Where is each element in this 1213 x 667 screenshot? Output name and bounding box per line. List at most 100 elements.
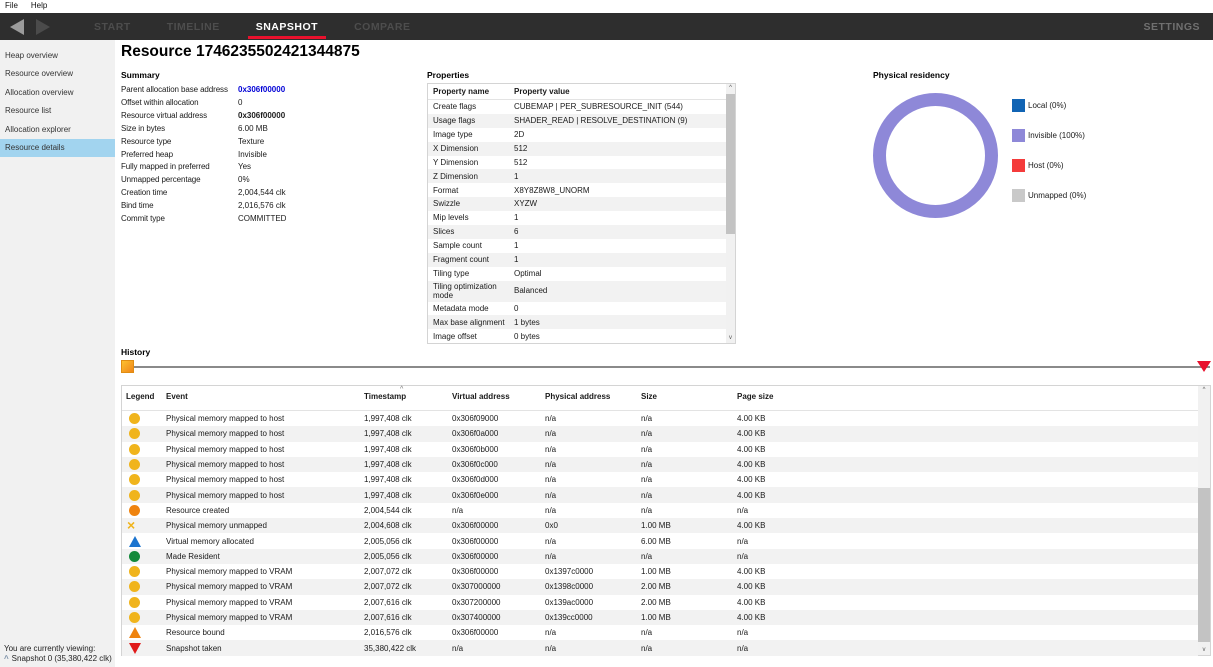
forward-arrow-button[interactable] bbox=[36, 19, 50, 35]
properties-header: Property name Property value bbox=[428, 84, 726, 100]
history-cell: 0x306f00000 bbox=[448, 628, 541, 637]
scrollbar-thumb[interactable] bbox=[1198, 488, 1210, 641]
property-row[interactable]: Image offset0 bytes bbox=[428, 329, 726, 343]
history-cell: Physical memory unmapped bbox=[162, 521, 360, 530]
tab-settings[interactable]: SETTINGS bbox=[1143, 21, 1200, 33]
menu-help[interactable]: Help bbox=[31, 1, 47, 13]
properties-scrollbar[interactable]: ^ v bbox=[726, 84, 735, 343]
history-row[interactable]: Physical memory mapped to VRAM2,007,616 … bbox=[122, 610, 1198, 625]
scroll-down-icon[interactable]: v bbox=[1198, 646, 1210, 655]
sidebar-item-resource-details[interactable]: Resource details bbox=[0, 139, 115, 158]
column-header-property-value[interactable]: Property value bbox=[514, 87, 570, 96]
property-row[interactable]: Create flagsCUBEMAP | PER_SUBRESOURCE_IN… bbox=[428, 100, 726, 114]
column-header-page-size[interactable]: Page size bbox=[733, 392, 1198, 410]
history-cell: n/a bbox=[733, 506, 1198, 515]
history-row[interactable]: Virtual memory allocated2,005,056 clk0x3… bbox=[122, 533, 1198, 548]
event-legend-cell bbox=[122, 612, 162, 623]
history-row[interactable]: Snapshot taken35,380,422 clkn/an/an/an/a bbox=[122, 640, 1198, 655]
property-row[interactable]: Tiling optimization modeBalanced bbox=[428, 281, 726, 302]
summary-label: Creation time bbox=[121, 187, 238, 200]
scrollbar-thumb[interactable] bbox=[726, 94, 735, 234]
summary-label: Preferred heap bbox=[121, 149, 238, 162]
property-name: Swizzle bbox=[433, 199, 514, 209]
slider-track[interactable] bbox=[121, 366, 1210, 368]
property-row[interactable]: X Dimension512 bbox=[428, 142, 726, 156]
history-cell: Physical memory mapped to VRAM bbox=[162, 613, 360, 622]
property-row[interactable]: SwizzleXYZW bbox=[428, 197, 726, 211]
property-value: CUBEMAP | PER_SUBRESOURCE_INIT (544) bbox=[514, 102, 726, 112]
history-row[interactable]: ×Physical memory unmapped2,004,608 clk0x… bbox=[122, 518, 1198, 533]
property-name: Z Dimension bbox=[433, 172, 514, 182]
column-header-physical-address[interactable]: Physical address bbox=[541, 392, 637, 410]
history-cell: Physical memory mapped to host bbox=[162, 445, 360, 454]
column-header-event[interactable]: Event bbox=[162, 392, 360, 410]
page-title: Resource 1746235502421344875 bbox=[121, 43, 360, 61]
tab-start[interactable]: START bbox=[86, 13, 139, 40]
history-cell: n/a bbox=[637, 414, 733, 423]
history-row[interactable]: Physical memory mapped to host1,997,408 … bbox=[122, 457, 1198, 472]
back-arrow-button[interactable] bbox=[10, 19, 24, 35]
property-name: Fragment count bbox=[433, 255, 514, 265]
history-row[interactable]: Made Resident2,005,056 clk0x306f00000n/a… bbox=[122, 549, 1198, 564]
property-row[interactable]: Z Dimension1 bbox=[428, 169, 726, 183]
history-cell: 1.00 MB bbox=[637, 521, 733, 530]
slider-handle[interactable] bbox=[121, 360, 134, 373]
menu-bar: File Help bbox=[0, 0, 1213, 13]
column-header-size[interactable]: Size bbox=[637, 392, 733, 410]
history-row[interactable]: Physical memory mapped to VRAM2,007,072 … bbox=[122, 564, 1198, 579]
property-row[interactable]: Y Dimension512 bbox=[428, 156, 726, 170]
property-row[interactable]: Metadata mode0 bbox=[428, 302, 726, 316]
property-row[interactable]: FormatX8Y8Z8W8_UNORM bbox=[428, 183, 726, 197]
event-legend-cell bbox=[122, 581, 162, 592]
sidebar-item-resource-overview[interactable]: Resource overview bbox=[0, 65, 115, 84]
history-cell: 1,997,408 clk bbox=[360, 460, 448, 469]
scroll-up-icon[interactable]: ^ bbox=[1198, 386, 1210, 395]
property-value: XYZW bbox=[514, 199, 726, 209]
history-row[interactable]: Physical memory mapped to host1,997,408 … bbox=[122, 411, 1198, 426]
history-row[interactable]: Physical memory mapped to host1,997,408 … bbox=[122, 442, 1198, 457]
summary-label: Offset within allocation bbox=[121, 97, 238, 110]
property-row[interactable]: Tiling typeOptimal bbox=[428, 267, 726, 281]
summary-value: 0 bbox=[238, 97, 242, 110]
menu-file[interactable]: File bbox=[5, 1, 18, 13]
scroll-up-icon[interactable]: ^ bbox=[726, 84, 735, 93]
property-row[interactable]: Sample count1 bbox=[428, 239, 726, 253]
history-row[interactable]: Physical memory mapped to host1,997,408 … bbox=[122, 472, 1198, 487]
history-row[interactable]: Physical memory mapped to VRAM2,007,072 … bbox=[122, 579, 1198, 594]
summary-row: Fully mapped in preferredYes bbox=[121, 161, 421, 174]
timeline-slider[interactable] bbox=[121, 360, 1211, 375]
scroll-down-icon[interactable]: v bbox=[726, 334, 735, 343]
column-header-property-name[interactable]: Property name bbox=[433, 87, 514, 96]
summary-value[interactable]: 0x306f00000 bbox=[238, 84, 285, 97]
sidebar-item-allocation-overview[interactable]: Allocation overview bbox=[0, 83, 115, 102]
event-legend-cell bbox=[122, 413, 162, 424]
tab-timeline[interactable]: TIMELINE bbox=[159, 13, 228, 40]
sidebar-item-resource-list[interactable]: Resource list bbox=[0, 102, 115, 121]
history-row[interactable]: Resource created2,004,544 clkn/an/an/an/… bbox=[122, 503, 1198, 518]
history-row[interactable]: Physical memory mapped to host1,997,408 … bbox=[122, 487, 1198, 502]
property-row[interactable]: Mip levels1 bbox=[428, 211, 726, 225]
tab-snapshot[interactable]: SNAPSHOT bbox=[248, 13, 326, 40]
history-scrollbar[interactable]: ^ v bbox=[1198, 386, 1210, 655]
history-cell: 2,007,616 clk bbox=[360, 613, 448, 622]
history-row[interactable]: Physical memory mapped to host1,997,408 … bbox=[122, 426, 1198, 441]
column-header-legend[interactable]: Legend bbox=[122, 392, 162, 410]
history-cell: 1,997,408 clk bbox=[360, 491, 448, 500]
history-row[interactable]: Resource bound2,016,576 clk0x306f00000n/… bbox=[122, 625, 1198, 640]
sidebar-item-allocation-explorer[interactable]: Allocation explorer bbox=[0, 120, 115, 139]
property-row[interactable]: Fragment count1 bbox=[428, 253, 726, 267]
summary-row: Creation time2,004,544 clk bbox=[121, 187, 421, 200]
history-row[interactable]: Physical memory mapped to VRAM2,007,616 … bbox=[122, 595, 1198, 610]
property-row[interactable]: Slices6 bbox=[428, 225, 726, 239]
column-header-timestamp[interactable]: Timestamp^ bbox=[360, 392, 448, 410]
sidebar-item-heap-overview[interactable]: Heap overview bbox=[0, 46, 115, 65]
nav-tabs: START TIMELINE SNAPSHOT COMPARE bbox=[76, 13, 428, 40]
property-name: Max base alignment bbox=[433, 318, 514, 328]
status-line: You are currently viewing: bbox=[4, 644, 112, 654]
property-row[interactable]: Max base alignment1 bytes bbox=[428, 315, 726, 329]
column-header-virtual-address[interactable]: Virtual address bbox=[448, 392, 541, 410]
event-circle-icon bbox=[129, 490, 140, 501]
tab-compare[interactable]: COMPARE bbox=[346, 13, 418, 40]
property-row[interactable]: Image type2D bbox=[428, 128, 726, 142]
property-row[interactable]: Usage flagsSHADER_READ | RESOLVE_DESTINA… bbox=[428, 114, 726, 128]
